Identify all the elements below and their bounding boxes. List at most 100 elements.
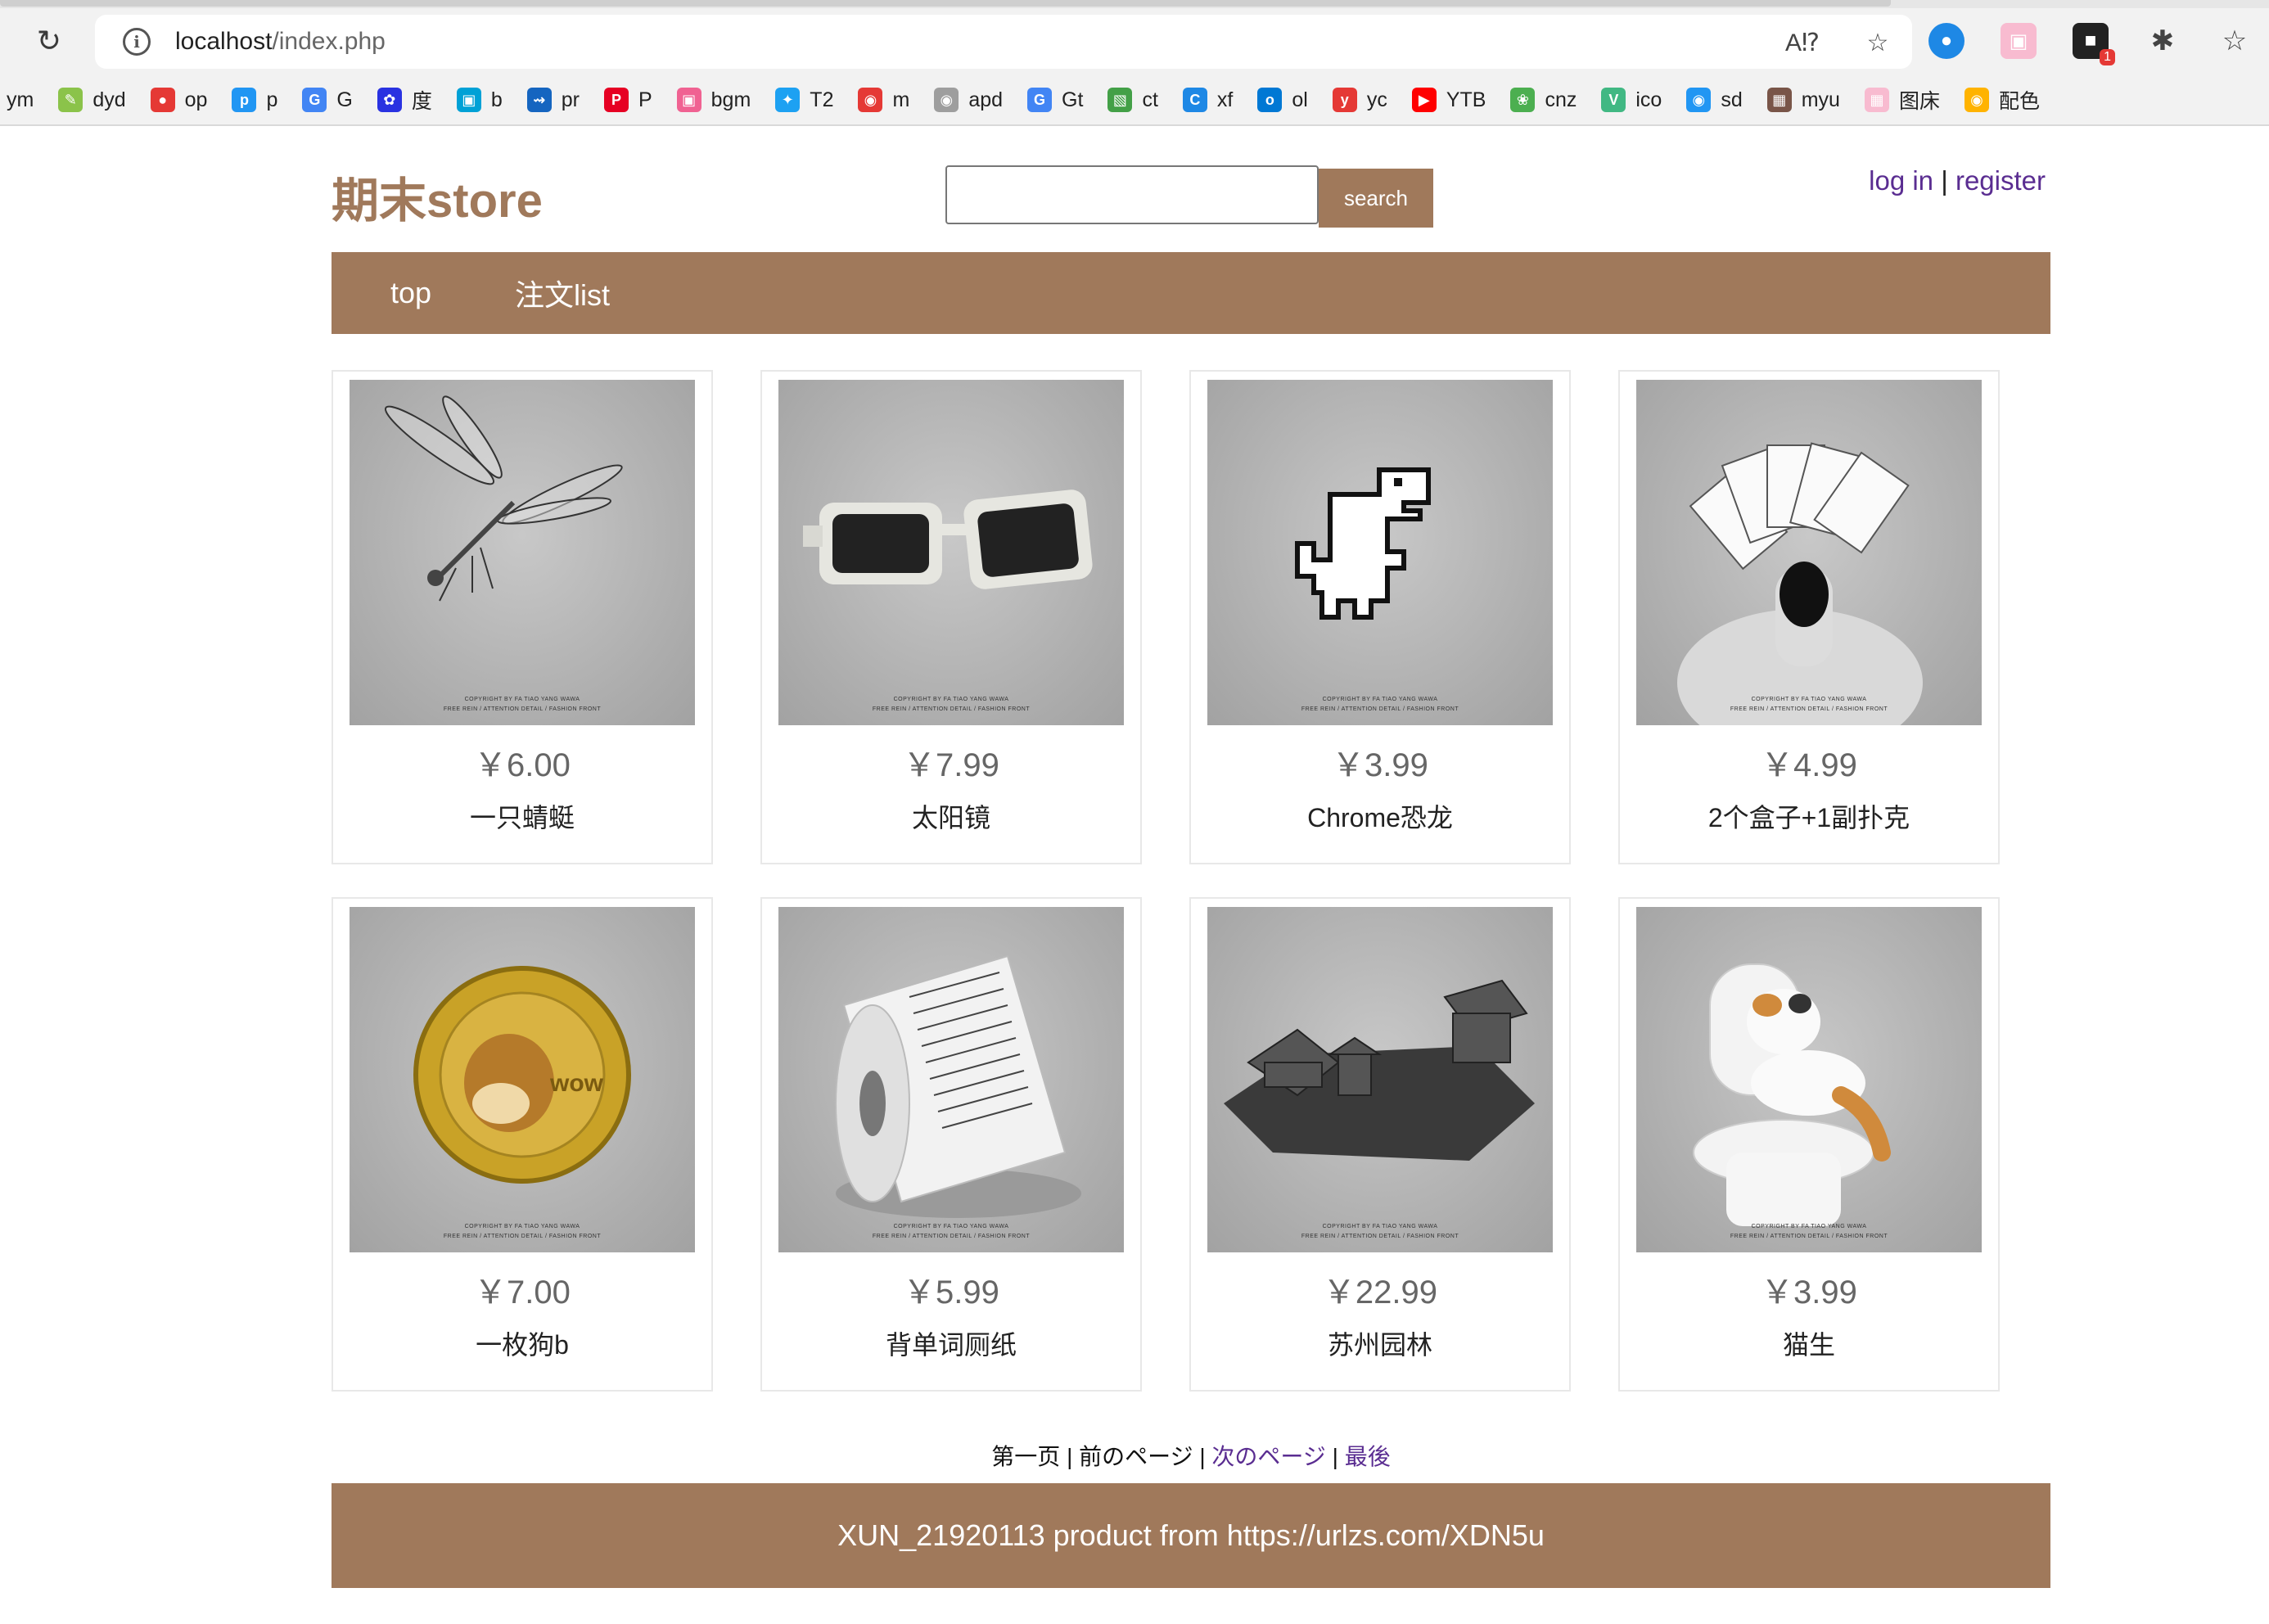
register-link[interactable]: register [1955,165,2046,196]
nav-order-list[interactable]: 注文list [515,272,610,314]
bookmark-label: m [892,88,910,111]
bookmark-item[interactable]: GG [302,88,353,112]
product-name[interactable]: 2个盒子+1副扑克 [1620,797,1998,835]
reload-icon[interactable]: ↻ [25,16,74,65]
bookmark-item[interactable]: G Gt [1027,88,1083,112]
image-slogan: FREE REIN / ATTENTION DETAIL / FASHION F… [1301,706,1459,712]
pagination: 第一页 | 前のページ | 次のページ | 最後 [332,1439,2050,1472]
address-bar[interactable]: i localhost/index.php A⁉ ☆ [95,15,1912,69]
browser-toolbar: ↻ i localhost/index.php A⁉ ☆ ● ▣ ■ 1 ✱ ☆ [0,8,2269,75]
product-image[interactable]: COPYRIGHT BY FA TIAO YANG WAWA FREE REIN … [1636,907,1982,1252]
product-card[interactable]: COPYRIGHT BY FA TIAO YANG WAWA FREE REIN … [760,897,1142,1392]
bookmark-item[interactable]: ✎ dyd [58,88,126,112]
bookmark-item[interactable]: Cxf [1182,88,1233,112]
bookmark-item[interactable]: ✿ 度 [377,85,432,115]
product-card[interactable]: COPYRIGHT BY FA TIAO YANG WAWA FREE REIN … [760,370,1142,864]
product-card[interactable]: COPYRIGHT BY FA TIAO YANG WAWA FREE REIN … [332,370,713,864]
url-host: localhost [175,28,273,55]
nav-top[interactable]: top [390,276,431,310]
info-icon[interactable]: i [123,28,151,56]
product-card[interactable]: COPYRIGHT BY FA TIAO YANG WAWA FREE REIN … [1189,897,1571,1392]
image-slogan: FREE REIN / ATTENTION DETAIL / FASHION F… [872,706,1031,712]
product-card[interactable]: COPYRIGHT BY FA TIAO YANG WAWA FREE REIN … [1618,897,2000,1392]
pr-icon: ⇝ [526,88,552,112]
extensions-puzzle-icon[interactable]: ✱ [2145,23,2181,59]
sd-icon: ◉ [1686,88,1712,112]
bookmark-item[interactable]: ▶ YTB [1411,88,1486,112]
product-card[interactable]: wow COPYRIGHT BY FA TIAO YANG WAWA FREE RE… [332,897,713,1392]
product-image[interactable]: COPYRIGHT BY FA TIAO YANG WAWA FREE REIN … [350,380,695,725]
bilibili-icon: ▣ [456,88,481,112]
bookmark-item[interactable]: ▣ b [456,88,503,112]
bookmark-item[interactable]: Vico [1601,88,1662,112]
bookmark-item[interactable]: ▧ ct [1107,88,1158,112]
bookmark-item[interactable]: ● op [150,88,207,112]
image-copyright: COPYRIGHT BY FA TIAO YANG WAWA [893,1224,1009,1229]
site-logo[interactable]: 期末store [332,162,543,231]
bookmark-item[interactable]: PP [603,88,652,112]
bookmark-label: myu [1801,88,1840,111]
bookmark-item[interactable]: ◉ sd [1686,88,1743,112]
product-image[interactable]: COPYRIGHT BY FA TIAO YANG WAWA FREE REIN … [778,907,1124,1252]
tuchuang-icon: ▦ [1864,88,1889,112]
bookmark-item[interactable]: ⇝ pr [526,88,580,112]
extension-bilibili-icon[interactable]: ▣ [2001,23,2037,59]
bookmark-label: sd [1721,88,1743,111]
bookmark-item[interactable]: pp [232,88,277,112]
bookmark-label: 度 [411,90,432,113]
bookmark-item[interactable]: ◉ apd [934,88,1003,112]
product-name[interactable]: 苏州园林 [1191,1324,1569,1362]
read-aloud-icon[interactable]: A⁉ [1784,25,1820,61]
url-path: /index.php [272,28,386,55]
url-text[interactable]: localhost/index.php [175,28,386,56]
product-image[interactable]: wow COPYRIGHT BY FA TIAO YANG WAWA FREE RE… [350,907,695,1252]
peise-icon: ◉ [1964,88,1989,112]
product-name[interactable]: 一只蜻蜓 [333,797,711,835]
bookmark-item[interactable]: ▣ bgm [676,88,751,112]
notification-badge: 1 [2100,49,2115,65]
image-copyright: COPYRIGHT BY FA TIAO YANG WAWA [464,1224,580,1229]
favorite-star-icon[interactable]: ☆ [1860,25,1896,61]
product-image[interactable]: COPYRIGHT BY FA TIAO YANG WAWA FREE REIN … [1207,907,1553,1252]
page-last-link[interactable]: 最後 [1345,1444,1391,1469]
bookmark-label: ym [7,88,34,111]
bgm-icon: ▣ [676,88,701,112]
extension-notification-icon[interactable]: ■ 1 [2073,23,2115,65]
extension-blue-icon[interactable]: ● [1928,23,1965,59]
pencil-icon: ✎ [58,88,83,112]
product-card[interactable]: COPYRIGHT BY FA TIAO YANG WAWA FREE REIN … [1189,370,1571,864]
favorites-list-icon[interactable]: ☆ [2217,23,2253,59]
product-name[interactable]: 太阳镜 [762,797,1140,835]
tab-strip [0,0,2269,8]
bookmark-item[interactable]: ◉ 配色 [1964,85,2040,115]
search-button[interactable]: search [1319,169,1433,228]
bookmark-label: P [638,88,652,111]
translate-icon: G [1027,88,1053,112]
baidu-icon: ✿ [377,88,402,112]
product-image[interactable]: COPYRIGHT BY FA TIAO YANG WAWA FREE REIN … [1207,380,1553,725]
bookmark-item[interactable]: ◉ m [858,88,909,112]
bookmark-item[interactable]: y yc [1332,88,1387,112]
bookmark-item[interactable]: ✦ T2 [775,88,833,112]
bookmark-label: cnz [1545,88,1577,111]
bookmark-label: 配色 [1998,90,2040,113]
product-image[interactable]: COPYRIGHT BY FA TIAO YANG WAWA FREE REIN … [778,380,1124,725]
product-name[interactable]: 猫生 [1620,1324,1998,1362]
bookmark-item[interactable]: o ol [1257,88,1308,112]
product-image[interactable]: COPYRIGHT BY FA TIAO YANG WAWA FREE REIN … [1636,380,1982,725]
bookmark-item[interactable]: ▦ 图床 [1864,85,1940,115]
product-name[interactable]: Chrome恐龙 [1191,797,1569,835]
bookmark-item[interactable]: ym [7,88,34,112]
page-next-link[interactable]: 次のページ [1211,1444,1325,1469]
bookmark-item[interactable]: ❀ cnz [1510,88,1577,112]
bookmark-item[interactable]: ▦ myu [1766,88,1840,112]
product-name[interactable]: 背单词厕纸 [762,1324,1140,1362]
product-card[interactable]: COPYRIGHT BY FA TIAO YANG WAWA FREE REIN … [1618,370,2000,864]
login-link[interactable]: log in [1869,165,1933,196]
site-header: 期末store search log in | register [332,126,2050,249]
bookmark-label: 图床 [1898,90,1940,113]
product-name[interactable]: 一枚狗b [333,1324,711,1362]
pager-separator: | [1332,1444,1338,1469]
search-input[interactable] [945,165,1319,224]
m-icon: ◉ [858,88,883,112]
